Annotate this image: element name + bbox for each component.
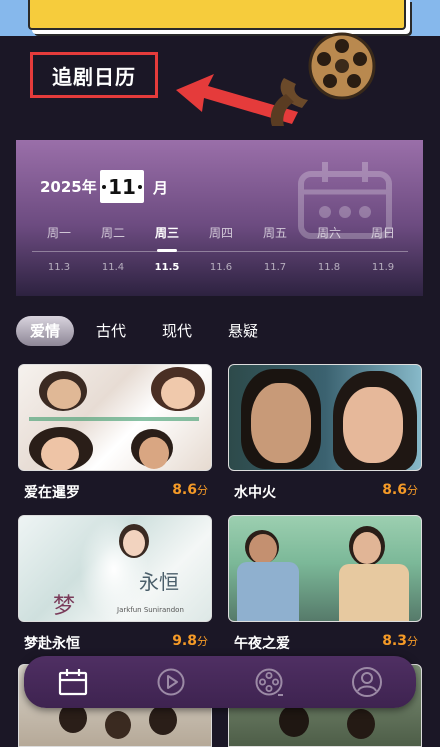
drama-score: 8.3分 [382,633,418,649]
page-title-text: 追剧日历 [52,64,136,89]
calendar-panel: 2025年 11 月 周一 周二 周三 周四 周五 周六 周日 11.3 11.… [16,140,423,296]
drama-title: 爱在暹罗 [24,485,80,501]
weekday-mon[interactable]: 周一 [32,224,86,241]
genre-tab-ancient[interactable]: 古代 [82,316,140,346]
nav-profile[interactable] [347,662,387,702]
weekday-wed[interactable]: 周三 [140,224,194,252]
weekday-fri[interactable]: 周五 [248,224,302,241]
calendar-month-unit: 月 [153,179,169,197]
drama-title: 午夜之爱 [234,636,290,652]
film-reel-decoration-icon [270,32,376,126]
top-card [28,0,406,30]
weekday-thu[interactable]: 周四 [194,224,248,241]
nav-play[interactable] [151,662,191,702]
drama-score: 8.6分 [382,482,418,498]
calendar-icon [58,669,88,696]
weekday-sun[interactable]: 周日 [356,224,410,241]
drama-poster[interactable] [228,515,422,622]
play-circle-icon [157,668,185,696]
drama-score: 8.6分 [172,482,208,498]
calendar-year: 2025年 [40,178,97,196]
drama-poster[interactable] [228,364,422,471]
drama-card[interactable]: 午夜之爱 8.3分 [228,515,422,652]
weekday-tue[interactable]: 周二 [86,224,140,241]
profile-icon [352,667,382,697]
bottom-nav [24,656,416,708]
weekday-divider [32,251,408,252]
weekday-row: 周一 周二 周三 周四 周五 周六 周日 [32,224,412,254]
genre-tabs: 爱情 古代 现代 悬疑 [16,316,272,346]
drama-title: 水中火 [234,485,276,501]
date-item[interactable]: 11.6 [194,262,248,273]
calendar-month-value: 11 [108,174,136,199]
nav-calendar[interactable] [53,662,93,702]
drama-poster[interactable]: 梦 永恒 Jarkfun Sunirandon [18,515,212,622]
date-item[interactable]: 11.9 [356,262,410,273]
calendar-month-selector[interactable]: 11 [100,170,144,203]
drama-title: 梦赴永恒 [24,636,80,652]
film-reel-icon [255,668,283,696]
date-item[interactable]: 11.4 [86,262,140,273]
drama-card[interactable]: 爱在暹罗 8.6分 [18,364,212,501]
date-item[interactable]: 11.7 [248,262,302,273]
date-item[interactable]: 11.3 [32,262,86,273]
nav-film[interactable] [249,662,289,702]
page-title: 追剧日历 [30,52,158,98]
weekday-sat[interactable]: 周六 [302,224,356,241]
drama-card[interactable]: 水中火 8.6分 [228,364,422,501]
date-row: 11.3 11.4 11.5 11.6 11.7 11.8 11.9 [32,262,412,282]
drama-score: 9.8分 [172,633,208,649]
genre-tab-mystery[interactable]: 悬疑 [214,316,272,346]
date-item[interactable]: 11.8 [302,262,356,273]
genre-tab-modern[interactable]: 现代 [148,316,206,346]
drama-card[interactable]: 梦 永恒 Jarkfun Sunirandon 梦赴永恒 9.8分 [18,515,212,652]
date-item-selected[interactable]: 11.5 [140,262,194,273]
genre-tab-romance[interactable]: 爱情 [16,316,75,346]
drama-poster[interactable] [18,364,212,471]
